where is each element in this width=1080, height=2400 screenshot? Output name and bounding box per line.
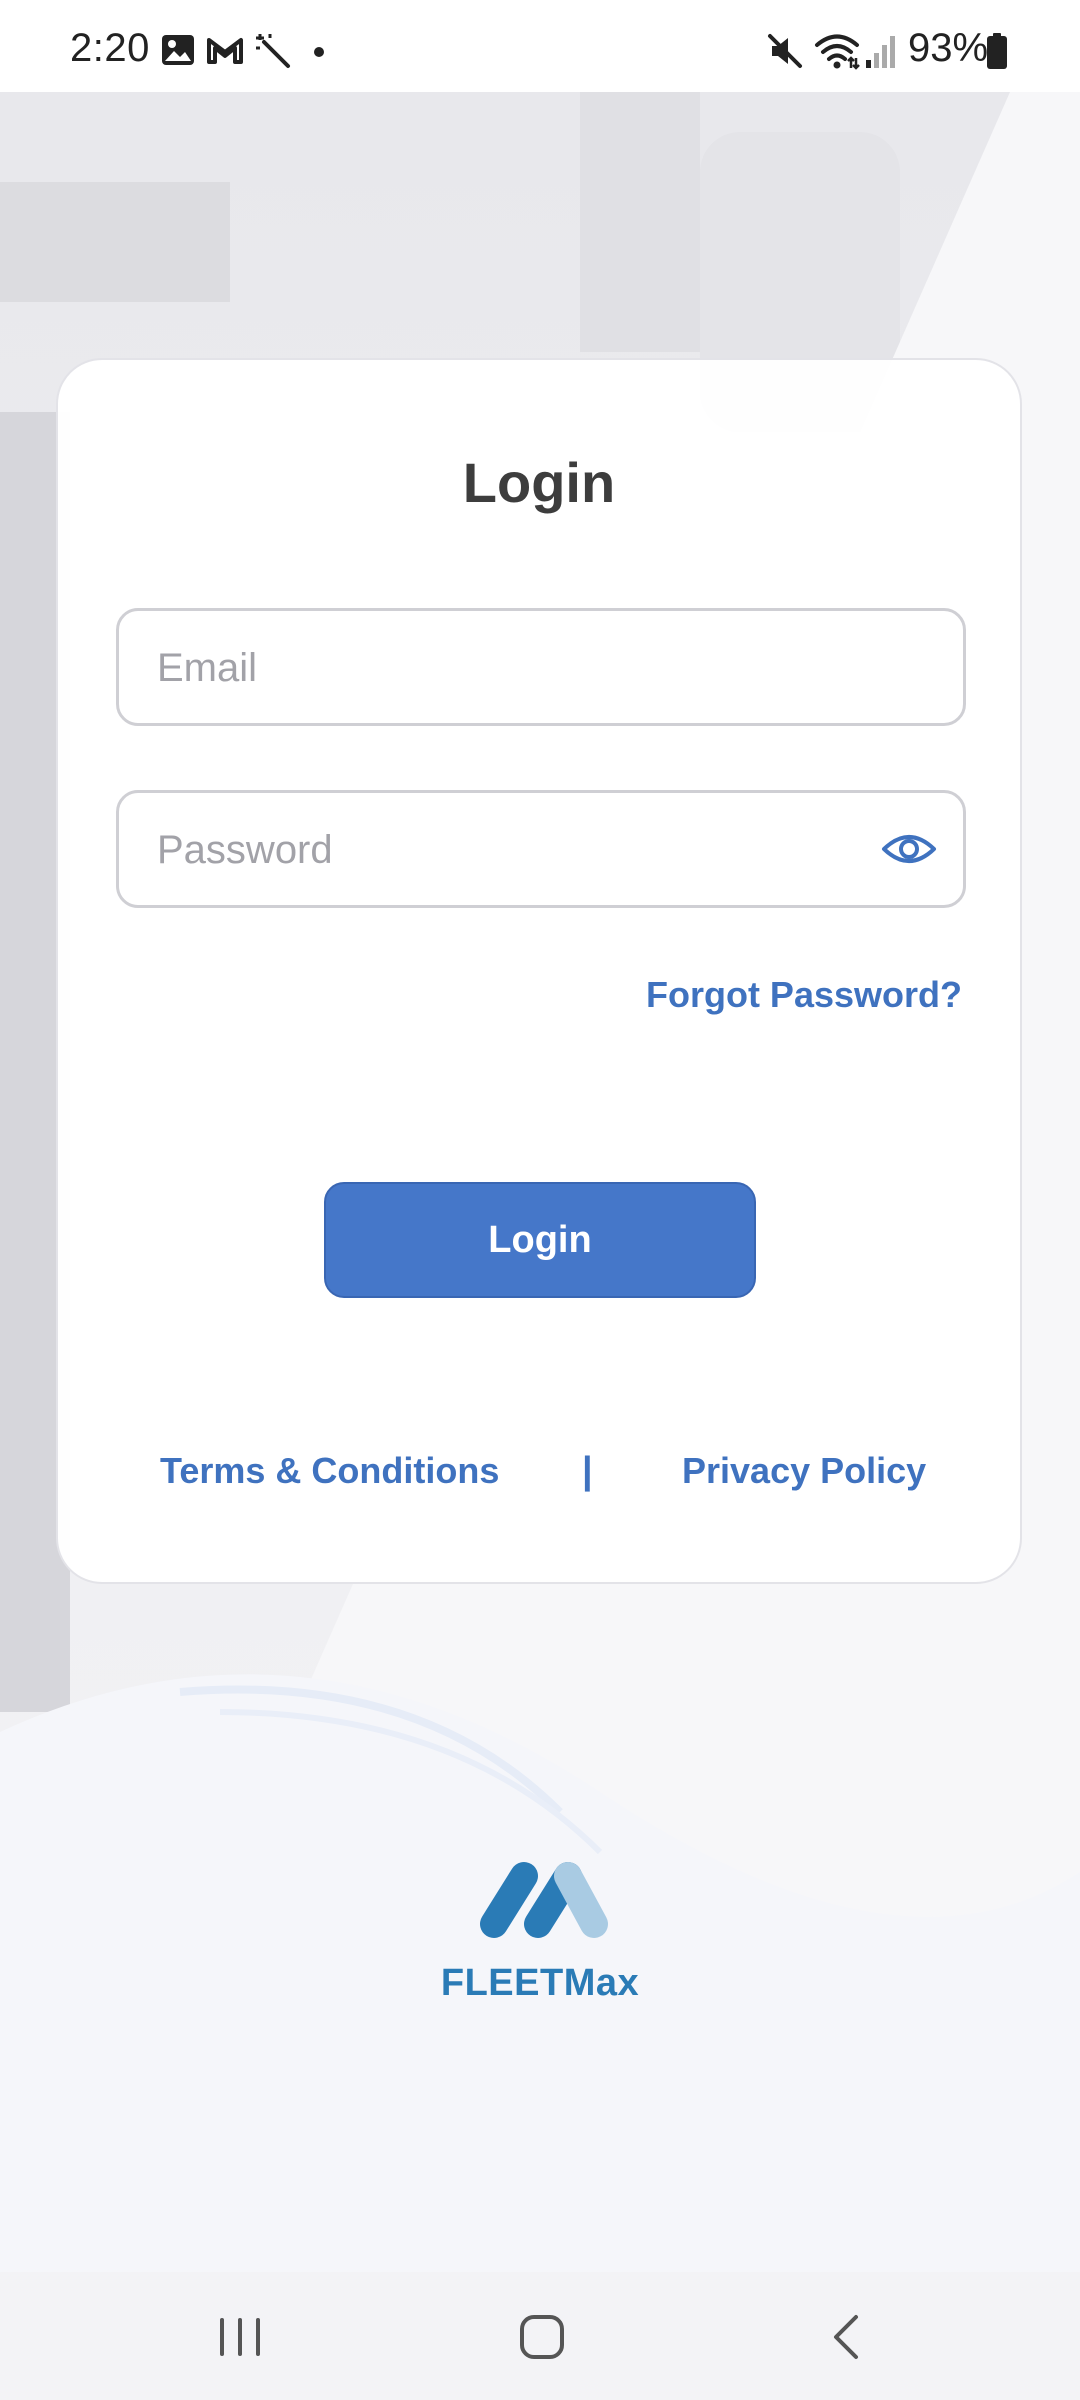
password-input[interactable]	[155, 793, 879, 907]
email-input[interactable]	[155, 611, 879, 725]
recent-apps-icon[interactable]	[200, 2302, 280, 2372]
privacy-policy-link[interactable]: Privacy Policy	[682, 1450, 926, 1492]
brand-name: FLEETMax	[440, 1962, 640, 2004]
login-button[interactable]: Login	[324, 1182, 756, 1298]
wifi-icon	[815, 34, 860, 70]
signal-icon	[866, 36, 895, 68]
status-bar: 2:20 93%	[0, 0, 1080, 92]
brand-logo: FLEETMax	[390, 1858, 690, 2018]
fleetmax-logo-icon	[480, 1862, 608, 1938]
terms-conditions-link[interactable]: Terms & Conditions	[160, 1450, 499, 1492]
battery-level: 93%	[908, 26, 989, 70]
mute-icon	[768, 34, 802, 68]
magic-wand-icon	[256, 34, 290, 68]
link-divider: |	[582, 1450, 593, 1492]
home-icon[interactable]	[502, 2302, 582, 2372]
battery-icon	[987, 33, 1007, 69]
email-field-container	[116, 608, 966, 726]
legal-links: Terms & Conditions | Privacy Policy	[58, 1450, 1020, 1510]
status-time: 2:20	[70, 26, 150, 70]
login-title: Login	[462, 451, 616, 514]
image-icon	[162, 35, 194, 65]
back-icon[interactable]	[806, 2302, 886, 2372]
forgot-password-link[interactable]: Forgot Password?	[646, 974, 962, 1016]
login-card: Login Forgot Password? Login Terms & Con…	[56, 358, 1022, 1584]
navigation-bar	[0, 2272, 1080, 2400]
show-password-eye-icon[interactable]	[881, 823, 937, 875]
dot-icon	[314, 47, 324, 57]
gmail-icon	[207, 38, 243, 64]
password-field-container	[116, 790, 966, 908]
